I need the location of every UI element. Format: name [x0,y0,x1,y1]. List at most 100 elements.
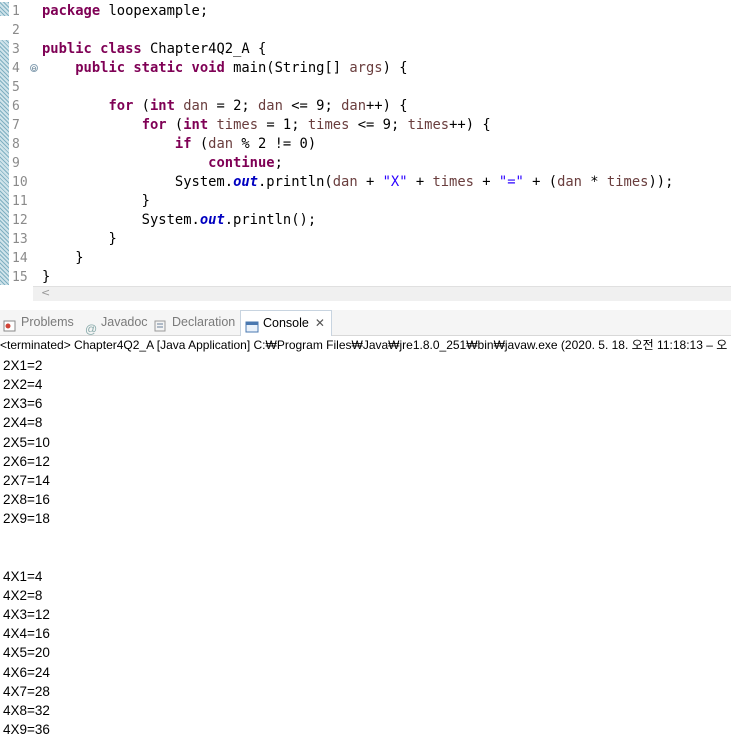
console-status-line: <terminated> Chapter4Q2_A [Java Applicat… [0,336,731,354]
code-token: System. [42,174,234,190]
console-output-line: 4X7=28 [3,683,50,699]
line-number: 8 [12,137,20,152]
line-number: 3 [12,42,20,57]
code-line[interactable]: } [42,192,673,211]
code-token: } [42,269,51,285]
console-output-line: 4X3=12 [3,607,50,623]
code-line[interactable]: public class Chapter4Q2_A { [42,40,673,59]
code-token: dan [208,136,234,152]
console-output-line: 2X2=4 [3,377,43,393]
line-number: 15 [12,270,28,285]
code-token: dan [258,98,283,114]
code-token: if [174,136,192,152]
console-output[interactable]: 2X1=2 2X2=4 2X3=6 2X4=8 2X5=10 2X6=12 2X7=14 2X… [3,356,50,739]
tab-console-label: Console [263,316,309,330]
code-token: out [233,174,258,190]
code-token: + [473,174,499,190]
console-output-line: 2X8=16 [3,492,50,508]
code-token: .println(); [224,212,317,228]
line-number: 6 [12,99,20,114]
console-output-line: 2X3=6 [3,396,43,412]
tab-declaration[interactable]: Declaration [154,310,235,335]
code-token: dan [332,174,358,190]
line-number: 2 [12,23,20,38]
code-token: for [108,98,134,114]
code-line[interactable]: System.out.println(); [42,211,673,230]
code-token: loopexample; [100,3,209,19]
code-line[interactable]: System.out.println(dan + "X" + times + "… [42,173,673,192]
fold-collapse-icon[interactable]: ⊖ [30,64,38,73]
code-line[interactable]: for (int dan = 2; dan <= 9; dan++) { [42,97,673,116]
code-line[interactable]: for (int times = 1; times <= 9; times++)… [42,116,673,135]
code-line[interactable]: if (dan % 2 != 0) [42,135,673,154]
code-token: <= 9; [282,98,342,114]
code-line[interactable] [42,78,673,97]
javadoc-at-icon: @ [85,321,98,336]
code-line[interactable]: } [42,230,673,249]
console-output-line: 2X6=12 [3,453,50,469]
code-token: + [407,174,433,190]
code-line[interactable]: public static void main(String[] args) { [42,59,673,78]
line-number: 12 [12,213,28,228]
code-token: = 2; [208,98,258,114]
code-token: ) { [382,60,408,76]
console-output-line: 2X7=14 [3,472,50,488]
code-token: ++) { [366,98,408,114]
code-token: .println( [257,174,333,190]
code-token: public class [42,41,142,57]
code-token: ++) { [449,117,491,133]
code-token: + [357,174,383,190]
console-output-line: 2X5=10 [3,434,50,450]
line-number: 9 [12,156,20,171]
change-ruler [0,0,9,285]
code-line[interactable] [42,21,673,40]
code-token: times [407,117,450,133]
line-number: 5 [12,80,20,95]
tab-problems[interactable]: Problems [3,310,74,335]
console-icon [245,317,259,333]
code-token: "=" [498,174,524,190]
line-number: 1 [12,4,20,19]
code-token: ( [191,136,209,152]
code-token: int [150,98,175,114]
code-token: package [42,3,101,19]
code-line[interactable]: continue; [42,154,673,173]
code-token: times [606,174,649,190]
code-token: "X" [382,174,408,190]
code-token: } [42,250,84,266]
line-number: 11 [12,194,28,209]
close-console-icon[interactable]: ✕ [315,311,325,336]
code-line[interactable]: package loopexample; [42,2,673,21]
scroll-left-arrow-icon[interactable]: < [41,286,50,299]
editor-horizontal-scrollbar[interactable]: < [33,286,731,301]
tab-declaration-label: Declaration [172,315,236,329]
code-token: )); [648,174,674,190]
line-number: 10 [12,175,28,190]
code-token: times [216,117,259,133]
code-token: } [42,231,117,247]
line-number: 4 ⊖ [12,61,38,76]
code-line[interactable]: } [42,268,673,287]
code-token: ( [133,98,150,114]
code-token: dan [183,98,209,114]
line-number: 7 [12,118,20,133]
tab-javadoc[interactable]: @ Javadoc [85,310,148,336]
console-output-line: 2X4=8 [3,415,43,431]
code-token: + ( [523,174,558,190]
console-output-line: 4X6=24 [3,664,50,680]
code-editor[interactable]: 1 2 3 4 ⊖ 5 6 7 8 9 10 11 12 13 14 15 package loopexamp… [0,0,731,285]
console-output-line: 2X9=18 [3,511,50,527]
console-output-line: 4X4=16 [3,626,50,642]
tab-console[interactable]: Console ✕ [240,310,332,336]
code-text[interactable]: package loopexample; public class Chapte… [42,2,673,287]
console-output-line: 4X2=8 [3,587,43,603]
code-token: for [141,117,167,133]
code-line[interactable]: } [42,249,673,268]
code-token: <= 9; [349,117,408,133]
